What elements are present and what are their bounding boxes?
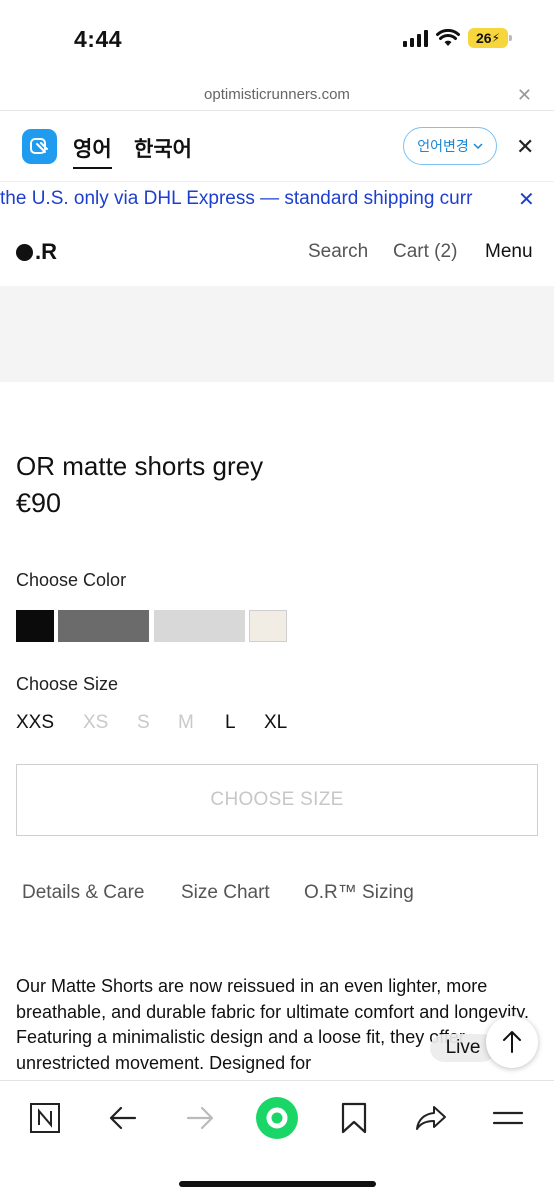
back-arrow-icon[interactable] [101, 1096, 145, 1140]
forward-arrow-icon[interactable] [178, 1096, 222, 1140]
size-option-l[interactable]: L [225, 712, 236, 734]
battery-icon: 26 ⚡ [468, 28, 512, 48]
menu-icon[interactable] [486, 1096, 530, 1140]
choose-color-label: Choose Color [16, 570, 127, 590]
url-bar[interactable]: optimisticrunners.com [0, 86, 554, 103]
logo-dot-icon [16, 243, 33, 261]
nav-menu-link[interactable]: Menu [485, 241, 533, 263]
size-option-xxs[interactable]: XXS [16, 712, 54, 734]
color-swatch-cream[interactable] [249, 610, 287, 642]
wifi-icon [436, 29, 460, 46]
choose-size-label: Choose Size [16, 674, 119, 694]
home-indicator [179, 1181, 376, 1187]
tab-details-care[interactable]: Details & Care [22, 882, 145, 904]
product-image-area [0, 286, 554, 382]
language-tab-korean[interactable]: 한국어 [134, 133, 192, 163]
share-icon[interactable] [409, 1096, 453, 1140]
language-tab-english[interactable]: 영어 [73, 133, 112, 169]
site-logo[interactable]: .R [16, 239, 57, 265]
size-option-s[interactable]: S [137, 712, 150, 734]
status-time: 4:44 [74, 26, 123, 52]
tab-or-sizing[interactable]: O.R™ Sizing [304, 882, 414, 904]
nav-cart-link[interactable]: Cart (2) [393, 241, 457, 263]
size-option-m[interactable]: M [178, 712, 194, 734]
battery-level: 26 [475, 30, 492, 46]
close-translate-icon[interactable]: ✕ [516, 134, 534, 160]
signal-icon [403, 29, 428, 47]
translator-app-icon [22, 129, 57, 164]
color-swatch-dark-grey[interactable] [58, 610, 149, 642]
product-description: Our Matte Shorts are now reissued in an … [16, 976, 529, 1073]
scroll-to-top-button[interactable] [486, 1016, 538, 1068]
change-language-label: 언어변경 [417, 138, 469, 154]
logo-text: .R [35, 239, 57, 264]
close-banner-icon[interactable]: ✕ [518, 187, 535, 212]
bookmark-icon[interactable] [332, 1096, 376, 1140]
green-dot-home-icon[interactable] [255, 1096, 299, 1140]
url-close-icon[interactable]: ✕ [517, 85, 532, 106]
nav-search-link[interactable]: Search [308, 241, 368, 263]
naver-home-icon[interactable] [23, 1096, 67, 1140]
announcement-banner: the U.S. only via DHL Express — standard… [0, 188, 473, 209]
choose-size-button[interactable]: CHOOSE SIZE [16, 764, 538, 836]
arrow-up-icon [503, 1031, 521, 1053]
size-option-xl[interactable]: XL [264, 712, 287, 734]
divider [0, 110, 554, 111]
color-swatch-light-grey[interactable] [154, 610, 245, 642]
chevron-down-icon [473, 143, 483, 150]
size-option-xs[interactable]: XS [83, 712, 108, 734]
tab-size-chart[interactable]: Size Chart [181, 882, 270, 904]
status-icons: 26 ⚡ [403, 28, 512, 48]
product-price: €90 [16, 488, 62, 518]
product-title: OR matte shorts grey [16, 451, 264, 481]
change-language-button[interactable]: 언어변경 [403, 127, 497, 165]
divider [0, 181, 554, 182]
color-swatch-black[interactable] [16, 610, 54, 642]
